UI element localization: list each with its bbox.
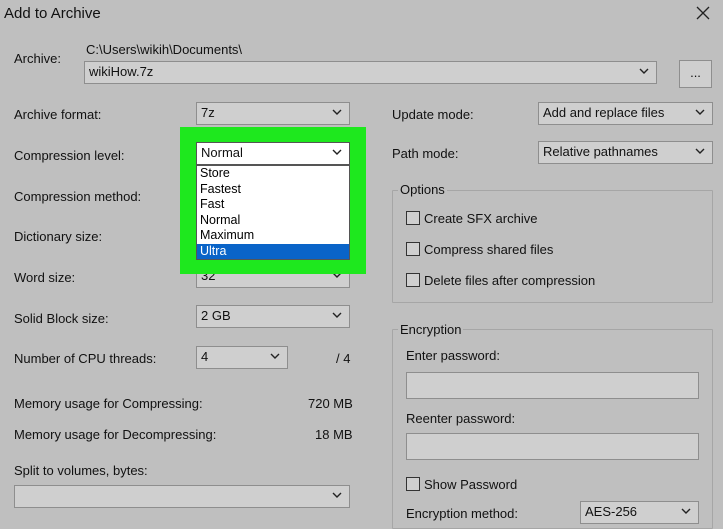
- solid-block-select[interactable]: 2 GB: [196, 305, 350, 328]
- dictionary-size-label: Dictionary size:: [14, 229, 103, 244]
- encryption-method-select[interactable]: AES-256: [580, 501, 699, 524]
- reenter-password-input[interactable]: [406, 433, 699, 460]
- browse-label: ...: [690, 65, 701, 80]
- dropdown-option[interactable]: Store: [197, 166, 349, 182]
- path-mode-select[interactable]: Relative pathnames: [538, 141, 713, 164]
- chevron-down-icon: [332, 109, 342, 115]
- browse-button[interactable]: ...: [679, 60, 712, 88]
- chevron-down-icon: [332, 312, 342, 318]
- archive-format-label: Archive format:: [14, 107, 102, 122]
- title-bar: Add to Archive: [0, 0, 723, 28]
- dropdown-option-selected[interactable]: Ultra: [197, 243, 349, 259]
- chevron-down-icon: [639, 68, 649, 74]
- dropdown-option[interactable]: Fast: [197, 197, 349, 213]
- solid-block-value: 2 GB: [201, 308, 231, 323]
- dropdown-option[interactable]: Normal: [197, 213, 349, 229]
- path-mode-label: Path mode:: [392, 146, 459, 161]
- options-title: Options: [398, 182, 447, 197]
- reenter-password-label: Reenter password:: [406, 411, 516, 426]
- enter-password-label: Enter password:: [406, 348, 500, 363]
- encryption-method-label: Encryption method:: [406, 506, 519, 521]
- chevron-down-icon: [681, 508, 691, 514]
- word-size-label: Word size:: [14, 270, 76, 285]
- compression-level-value: Normal: [201, 145, 243, 160]
- close-icon[interactable]: [696, 6, 710, 20]
- update-mode-label: Update mode:: [392, 107, 474, 122]
- mem-decompress-value: 18 MB: [315, 427, 353, 442]
- cpu-threads-select[interactable]: 4: [196, 346, 288, 369]
- path-mode-value: Relative pathnames: [543, 144, 658, 159]
- delete-checkbox[interactable]: [406, 273, 420, 287]
- archive-label: Archive:: [14, 51, 61, 66]
- dropdown-option[interactable]: Fastest: [197, 182, 349, 198]
- window-title: Add to Archive: [4, 5, 101, 22]
- compression-method-label: Compression method:: [14, 189, 142, 204]
- mem-compress-label: Memory usage for Compressing:: [14, 396, 203, 411]
- split-label: Split to volumes, bytes:: [14, 463, 148, 478]
- chevron-down-icon: [332, 492, 342, 498]
- shared-label: Compress shared files: [424, 242, 554, 257]
- solid-block-label: Solid Block size:: [14, 311, 109, 326]
- encryption-title: Encryption: [398, 322, 464, 337]
- cpu-threads-max: / 4: [336, 351, 351, 366]
- cpu-threads-label: Number of CPU threads:: [14, 351, 157, 366]
- delete-label: Delete files after compression: [424, 273, 596, 288]
- split-volumes-combo[interactable]: [14, 485, 350, 508]
- chevron-down-icon: [695, 109, 705, 115]
- archive-filename: wikiHow.7z: [89, 64, 154, 79]
- archive-filename-combo[interactable]: wikiHow.7z: [84, 61, 657, 84]
- update-mode-select[interactable]: Add and replace files: [538, 102, 713, 125]
- cpu-threads-value: 4: [201, 349, 209, 364]
- sfx-label: Create SFX archive: [424, 211, 538, 226]
- show-password-checkbox[interactable]: [406, 477, 420, 491]
- encryption-method-value: AES-256: [585, 504, 638, 519]
- enter-password-input[interactable]: [406, 372, 699, 399]
- shared-checkbox[interactable]: [406, 242, 420, 256]
- dropdown-option[interactable]: Maximum: [197, 228, 349, 244]
- sfx-checkbox[interactable]: [406, 211, 420, 225]
- show-password-label: Show Password: [424, 477, 518, 492]
- compression-level-dropdown: Store Fastest Fast Normal Maximum Ultra: [196, 165, 350, 260]
- archive-format-select[interactable]: 7z: [196, 102, 350, 125]
- chevron-down-icon: [695, 148, 705, 154]
- compression-level-select[interactable]: Normal: [196, 142, 350, 165]
- update-mode-value: Add and replace files: [543, 105, 665, 120]
- mem-compress-value: 720 MB: [308, 396, 353, 411]
- compression-level-label: Compression level:: [14, 148, 125, 163]
- archive-format-value: 7z: [201, 105, 215, 120]
- mem-decompress-label: Memory usage for Decompressing:: [14, 427, 217, 442]
- chevron-down-icon: [332, 149, 342, 155]
- chevron-down-icon: [270, 353, 280, 359]
- archive-path: C:\Users\wikih\Documents\: [86, 42, 243, 57]
